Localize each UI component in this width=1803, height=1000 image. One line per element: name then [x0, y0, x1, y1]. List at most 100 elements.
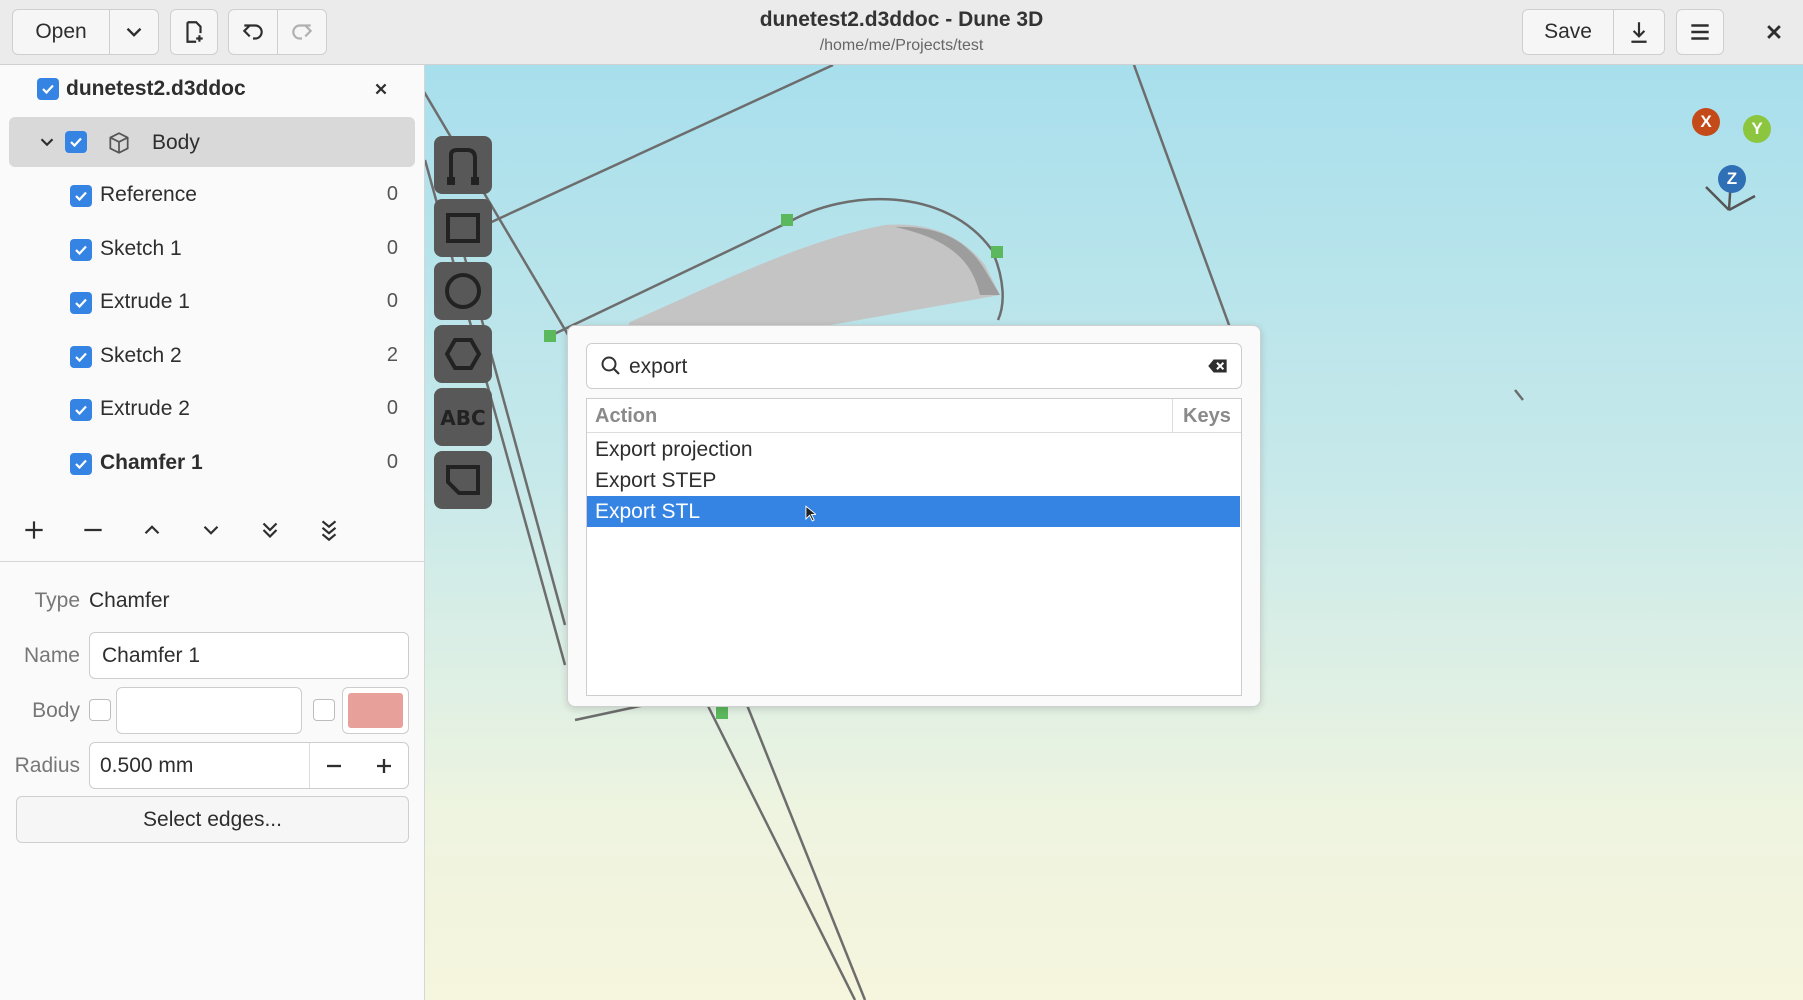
body-color-button[interactable]: [342, 687, 409, 734]
tree-item-visibility-checkbox[interactable]: [70, 399, 92, 421]
checkmark-icon: [70, 137, 82, 148]
type-value: Chamfer: [89, 589, 170, 612]
document-visibility-checkbox[interactable]: [37, 78, 59, 100]
body-label: Body: [152, 131, 200, 154]
tree-item-count: 0: [386, 397, 398, 419]
svg-text:ABC: ABC: [440, 406, 485, 430]
select-edges-button[interactable]: Select edges...: [16, 796, 409, 843]
close-document-button[interactable]: [370, 78, 392, 100]
tree-item-visibility-checkbox[interactable]: [70, 238, 92, 261]
radius-spinbutton[interactable]: 0.500 mm: [89, 742, 409, 789]
decrement-radius-button[interactable]: [320, 752, 348, 780]
minus-icon: [327, 764, 341, 768]
tool-workplane[interactable]: [434, 451, 492, 509]
action-item-export-projection[interactable]: Export projection: [587, 434, 1240, 465]
hexagon-tool-icon: [444, 338, 482, 370]
move-down-button[interactable]: [191, 510, 231, 550]
checkmark-icon: [75, 459, 87, 469]
color-override-checkbox[interactable]: [313, 699, 335, 721]
tree-item-label: Sketch 1: [100, 236, 182, 260]
close-icon: [1767, 25, 1781, 39]
axis-x-handle[interactable]: X: [1692, 108, 1720, 136]
tree-item-visibility-checkbox[interactable]: [70, 345, 92, 368]
tree-item-count: 0: [386, 183, 398, 205]
tool-draw-regular-polygon[interactable]: [434, 325, 492, 383]
clear-search-icon[interactable]: [1205, 353, 1231, 379]
action-item-export-stl[interactable]: Export STL: [587, 496, 1240, 527]
name-field[interactable]: Chamfer 1: [89, 632, 409, 679]
action-item-label: Export projection: [595, 437, 753, 461]
tree-item-count: 2: [386, 343, 398, 366]
tree-item-count: 0: [386, 236, 398, 259]
axis-z-label: Z: [1726, 169, 1738, 188]
checkmark-icon: [75, 405, 87, 416]
radius-value: 0.500 mm: [100, 753, 194, 777]
name-field-value: Chamfer 1: [102, 643, 201, 667]
expand-body-toggle[interactable]: [36, 131, 58, 153]
plus-icon: [25, 521, 43, 539]
axis-y-label: Y: [1751, 119, 1763, 138]
triple-chevron-down-icon: [321, 520, 337, 542]
download-icon: [1631, 22, 1647, 43]
increment-radius-button[interactable]: [370, 752, 398, 780]
body-override-checkbox[interactable]: [89, 699, 111, 721]
move-up-button[interactable]: [132, 510, 172, 550]
tree-item-visibility-checkbox[interactable]: [70, 185, 92, 207]
body-cube-icon: [106, 130, 132, 156]
tool-draw-text[interactable]: ABC: [434, 388, 492, 446]
tree-item-visibility-checkbox[interactable]: [70, 292, 92, 314]
checkmark-icon: [75, 245, 87, 255]
axis-z-handle[interactable]: Z: [1718, 165, 1746, 193]
tree-item-label: Sketch 2: [100, 343, 182, 367]
header-bar: Open dunetest2.d3ddoc - Dune 3D /home/me…: [0, 0, 1803, 65]
chevron-down-icon: [40, 138, 54, 147]
col-header-keys[interactable]: Keys: [1183, 405, 1231, 428]
main-menu-button[interactable]: [1676, 9, 1724, 55]
tree-item-sketch-1[interactable]: Sketch 1 0: [0, 224, 424, 276]
double-chevron-down-icon: [262, 522, 278, 539]
tree-item-extrude-2[interactable]: Extrude 2 0: [0, 384, 424, 436]
body-visibility-checkbox[interactable]: [65, 131, 87, 153]
checkmark-icon: [75, 191, 87, 202]
circle-tool-icon: [445, 273, 481, 309]
chevron-down-icon: [203, 525, 219, 535]
tree-item-reference[interactable]: Reference 0: [0, 170, 424, 222]
close-window-button[interactable]: [1760, 18, 1788, 46]
axis-y-handle[interactable]: Y: [1743, 115, 1771, 143]
tool-draw-circle[interactable]: [434, 262, 492, 320]
checkmark-icon: [42, 84, 54, 95]
checkmark-icon: [75, 352, 87, 362]
tree-item-sketch-2[interactable]: Sketch 2 2: [0, 331, 424, 383]
search-icon: [601, 356, 620, 375]
minus-icon: [84, 528, 102, 532]
delete-group-button[interactable]: [73, 510, 113, 550]
tree-item-label: Reference: [100, 183, 197, 206]
action-item-label: Export STL: [595, 499, 701, 523]
action-search-input[interactable]: export: [586, 343, 1242, 389]
move-down-further-button[interactable]: [250, 510, 290, 550]
tool-draw-contour[interactable]: [434, 136, 492, 194]
tool-draw-rectangle[interactable]: [434, 199, 492, 257]
col-header-action[interactable]: Action: [595, 405, 657, 428]
add-group-button[interactable]: [14, 510, 54, 550]
tree-item-extrude-1[interactable]: Extrude 1 0: [0, 277, 424, 329]
action-item-export-step[interactable]: Export STEP: [587, 465, 1240, 496]
body-name-field[interactable]: [116, 687, 302, 734]
color-swatch: [348, 693, 403, 728]
tree-item-label: Extrude 2: [100, 397, 190, 420]
move-to-end-button[interactable]: [309, 510, 349, 550]
save-button-label: Save: [1544, 20, 1592, 43]
tree-item-label: Chamfer 1: [100, 450, 203, 474]
save-as-button[interactable]: [1613, 9, 1665, 55]
hamburger-menu-icon: [1691, 24, 1709, 40]
radius-label: Radius: [14, 754, 80, 777]
chevron-up-icon: [144, 525, 160, 535]
text-tool-icon: ABC: [440, 406, 485, 430]
tree-item-chamfer-1[interactable]: Chamfer 1 0: [0, 438, 424, 490]
tree-item-count: 0: [386, 450, 398, 473]
plus-icon: [377, 759, 391, 773]
tree-item-visibility-checkbox[interactable]: [70, 452, 92, 475]
divider: [0, 561, 424, 562]
body-field-label: Body: [32, 699, 80, 722]
save-button[interactable]: Save: [1522, 9, 1614, 55]
